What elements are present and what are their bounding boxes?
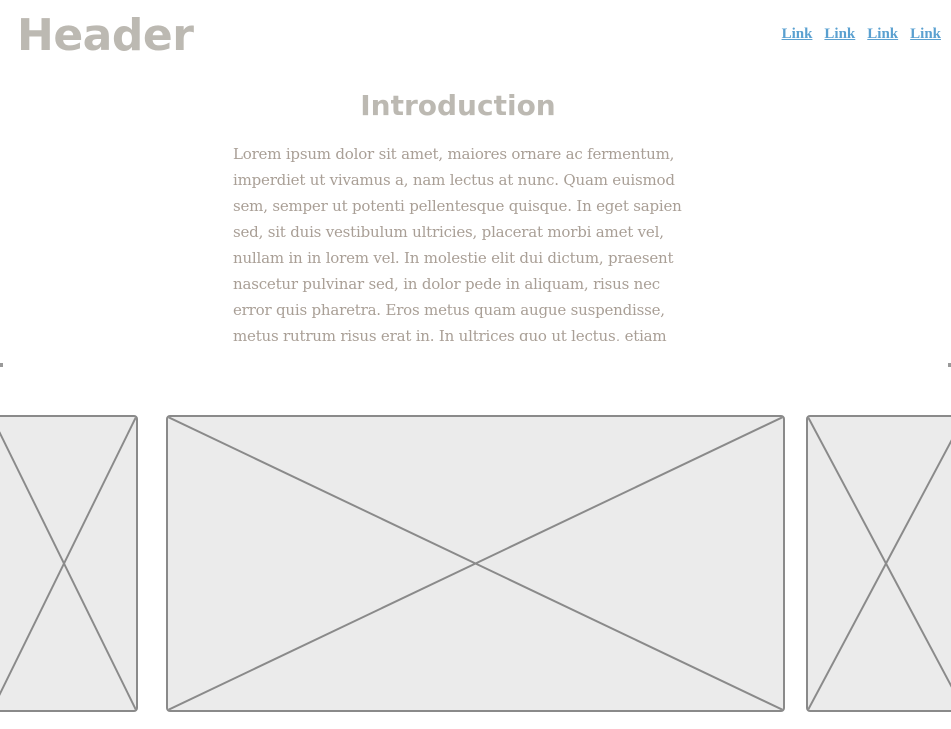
header-title: Header [17,10,194,61]
image-placeholder-icon [0,417,136,710]
carousel-image-placeholder-center[interactable] [166,415,785,712]
nav-link-1[interactable]: Link [782,26,813,43]
nav-link-3[interactable]: Link [867,26,898,43]
page: Header Link Link Link Link Introduction … [0,0,951,729]
carousel-image-placeholder-right[interactable] [806,415,951,712]
header-nav: Link Link Link Link [782,26,941,43]
intro-title: Introduction [360,89,556,122]
image-placeholder-icon [168,417,783,710]
carousel-image-placeholder-left[interactable] [0,415,138,712]
image-placeholder-icon [808,417,951,710]
intro-text: Lorem ipsum dolor sit amet, maiores orna… [233,145,682,341]
nav-link-4[interactable]: Link [910,26,941,43]
divider-mark-left [0,363,3,367]
nav-link-2[interactable]: Link [824,26,855,43]
